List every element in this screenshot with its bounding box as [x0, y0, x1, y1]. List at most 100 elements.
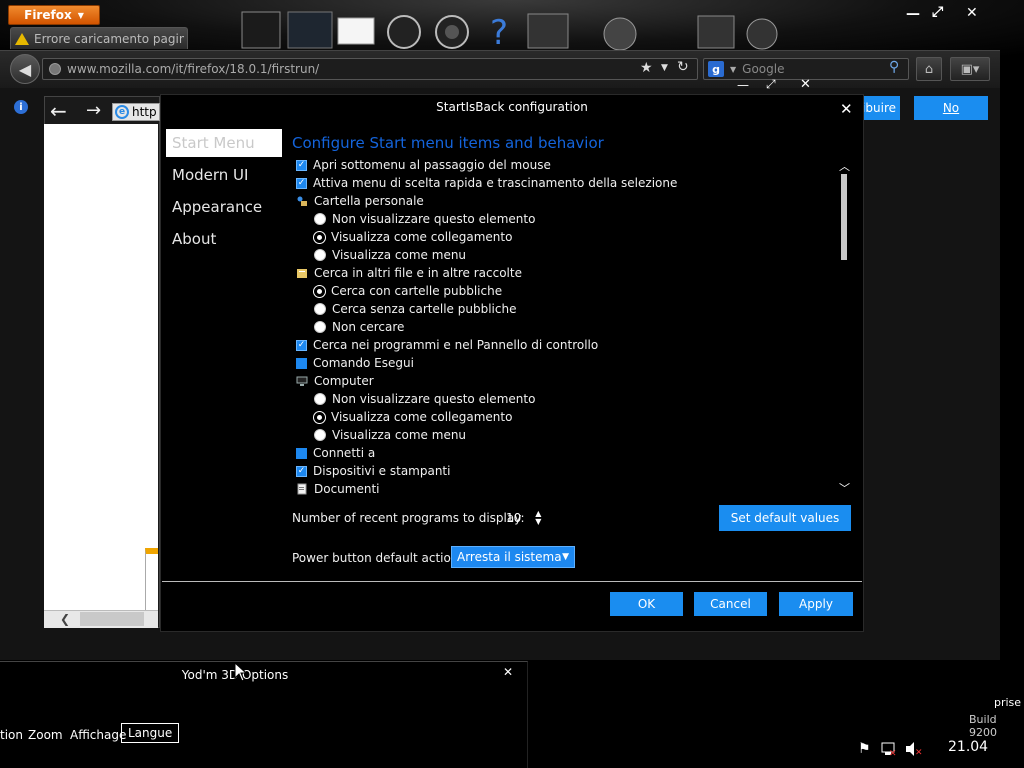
radio-selected-icon[interactable] [314, 231, 325, 243]
nav-modern-ui[interactable]: Modern UI [166, 161, 282, 189]
scroll-up-icon[interactable]: ︿ [839, 158, 850, 174]
tab-langue[interactable]: Langue [121, 723, 180, 743]
nav-start-menu[interactable]: Start Menu [166, 129, 282, 157]
scroll-down-icon[interactable]: ﹀ [839, 480, 850, 496]
options-scrollbar-thumb[interactable] [841, 174, 847, 260]
checkbox-option[interactable]: ✓ Attiva menu di scelta rapida e trascina… [296, 174, 836, 192]
option-label: Attiva menu di scelta rapida e trascinam… [313, 176, 678, 190]
radio-unselected-icon[interactable] [314, 321, 326, 333]
radio-unselected-icon[interactable] [314, 303, 326, 315]
option-label: Visualizza come collegamento [331, 410, 513, 424]
firefox-menu-button[interactable]: Firefox ▼ [8, 5, 100, 25]
back-arrow-icon[interactable]: ← [50, 101, 67, 121]
radio-option[interactable]: Visualizza come collegamento [296, 408, 836, 426]
scroll-left-icon[interactable]: ❮ [60, 612, 70, 626]
nav-label: About [172, 230, 217, 248]
dropdown-arrow-icon[interactable]: ▼ [661, 63, 668, 73]
minimize-icon[interactable]: — [906, 6, 920, 22]
dialog-restore-icon[interactable]: ⤢ [766, 77, 776, 92]
clock[interactable]: 21.04 [948, 739, 988, 755]
option-group: Documenti [296, 480, 836, 496]
home-icon[interactable]: ⌂ [916, 57, 942, 81]
mouse-cursor-icon [234, 661, 248, 685]
checkbox-option[interactable]: Connetti a [296, 444, 836, 462]
restore-icon[interactable]: ⤢ [932, 4, 943, 20]
checkbox-option[interactable]: ✓ Dispositivi e stampanti [296, 462, 836, 480]
chevron-down-icon: ▼ [730, 64, 737, 74]
radio-unselected-icon[interactable] [314, 213, 326, 225]
radio-option[interactable]: Visualizza come menu [296, 246, 836, 264]
tab-error-page[interactable]: Errore caricamento pagina [10, 27, 188, 49]
radio-unselected-icon[interactable] [314, 429, 326, 441]
google-icon: g [708, 61, 724, 77]
cancel-label: Cancel [710, 597, 751, 611]
svg-text:?: ? [490, 13, 508, 53]
section-heading: Configure Start menu items and behavior [292, 134, 604, 152]
bookmark-star-icon[interactable]: ★ [640, 60, 653, 76]
url-bar[interactable]: www.mozilla.com/it/firefox/18.0.1/firstr… [42, 58, 698, 80]
dialog-minimize-icon[interactable]: — [737, 78, 749, 92]
svg-text:✕: ✕ [915, 748, 923, 757]
option-label: Dispositivi e stampanti [313, 464, 451, 478]
radio-selected-icon[interactable] [314, 285, 325, 297]
cancel-button[interactable]: Cancel [694, 592, 767, 616]
tab-zoom[interactable]: Zoom [28, 728, 63, 742]
checkbox-checked-icon[interactable]: ✓ [296, 339, 307, 351]
checkbox-unchecked-icon[interactable] [296, 447, 307, 459]
stepper-arrows-icon[interactable]: ▲ ▼ [535, 510, 541, 526]
back-icon[interactable]: ◀ [10, 54, 40, 84]
chevron-down-icon: ▼ [77, 10, 84, 20]
forward-arrow-icon[interactable]: → [86, 101, 101, 121]
dialog-separator [162, 581, 862, 582]
browser-page [44, 124, 158, 610]
no-button[interactable]: No [914, 96, 988, 120]
radio-option[interactable]: Non visualizzare questo elemento [296, 390, 836, 408]
checkbox-unchecked-icon[interactable] [296, 357, 307, 369]
nav-label: Start Menu [172, 134, 255, 152]
checkbox-checked-icon[interactable]: ✓ [296, 465, 307, 477]
radio-selected-icon[interactable] [314, 411, 325, 423]
radio-option[interactable]: Cerca senza cartelle pubbliche [296, 300, 836, 318]
scrollbar-thumb[interactable] [80, 612, 144, 626]
desktop-watermark-line1: prise [994, 696, 1022, 709]
checkbox-checked-icon[interactable]: ✓ [296, 177, 307, 189]
radio-unselected-icon[interactable] [314, 393, 326, 405]
nav-about[interactable]: About [166, 225, 282, 253]
svg-text:✕: ✕ [889, 749, 897, 757]
option-label: Cerca senza cartelle pubbliche [332, 302, 517, 316]
recent-programs-stepper[interactable]: 10 ▲ ▼ [506, 508, 544, 528]
power-action-select[interactable]: Arresta il sistema ▼ [451, 546, 575, 568]
radio-option[interactable]: Visualizza come menu [296, 426, 836, 444]
radio-option[interactable]: Visualizza come collegamento [296, 228, 836, 246]
set-default-values-button[interactable]: Set default values [719, 505, 851, 531]
apply-button[interactable]: Apply [779, 592, 853, 616]
search-placeholder: Google [742, 62, 785, 76]
checkbox-option[interactable]: ✓ Apri sottomenu al passaggio del mouse [296, 156, 836, 174]
tab-action[interactable]: tion [0, 728, 23, 742]
checkbox-option[interactable]: Comando Esegui [296, 354, 836, 372]
radio-unselected-icon[interactable] [314, 249, 326, 261]
yodm-close-icon[interactable]: ✕ [503, 665, 513, 679]
firefox-menu-label: Firefox [24, 8, 72, 22]
option-group: Cerca in altri file e in altre raccolte [296, 264, 836, 282]
radio-option[interactable]: Cerca con cartelle pubbliche [296, 282, 836, 300]
search-icon[interactable]: ⚲ [889, 59, 899, 75]
reload-icon[interactable]: ↻ [677, 59, 689, 75]
action-center-flag-icon[interactable]: ⚑ [858, 741, 871, 757]
network-icon[interactable]: ✕ [881, 741, 897, 760]
radio-option[interactable]: Non cercare [296, 318, 836, 336]
radio-option[interactable]: Non visualizzare questo elemento [296, 210, 836, 228]
chevron-down-icon: ▼ [562, 552, 569, 562]
checkbox-checked-icon[interactable]: ✓ [296, 159, 307, 171]
volume-muted-icon[interactable]: ✕ [905, 741, 923, 760]
addons-icon[interactable]: ▣▾ [950, 57, 990, 81]
dialog-title: StartIsBack configuration [436, 100, 588, 114]
tab-affichage[interactable]: Affichage [70, 728, 126, 742]
dialog-close-icon[interactable]: ✕ [840, 100, 853, 118]
dialog-outer-close-icon[interactable]: ✕ [800, 77, 811, 92]
close-icon[interactable]: ✕ [966, 5, 978, 21]
checkbox-option[interactable]: ✓ Cerca nei programmi e nel Pannello di c… [296, 336, 836, 354]
address-bar[interactable]: e http [112, 103, 160, 121]
ok-button[interactable]: OK [610, 592, 683, 616]
nav-appearance[interactable]: Appearance [166, 193, 282, 221]
